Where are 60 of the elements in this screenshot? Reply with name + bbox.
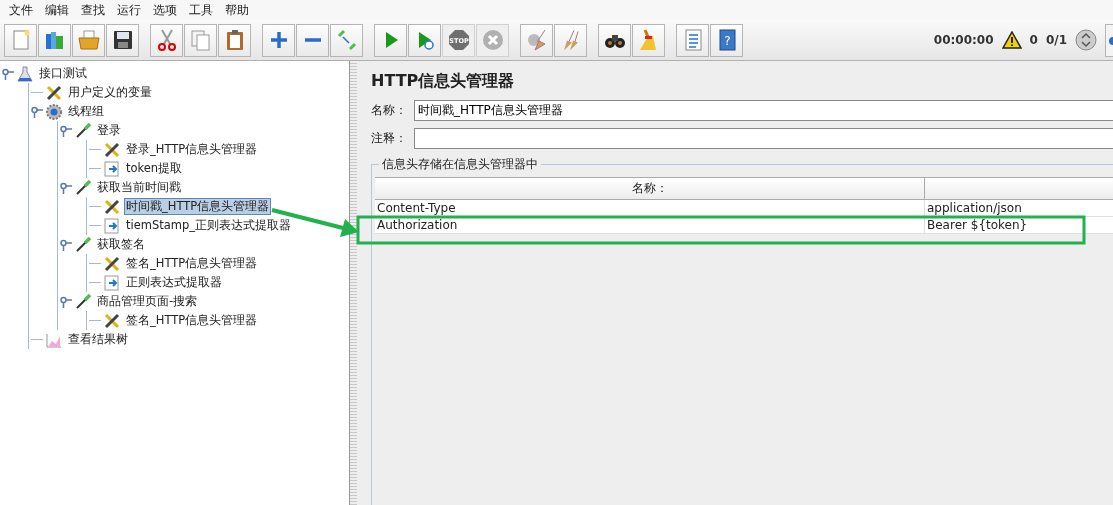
menu-item[interactable]: 选项	[147, 0, 183, 20]
tree-item[interactable]: 签名_HTTP信息头管理器	[124, 312, 260, 329]
tools-icon	[45, 83, 63, 102]
expand-handle-icon[interactable]	[2, 67, 14, 80]
timer: 00:00:00	[933, 33, 994, 47]
warning-count: 0	[1029, 33, 1038, 47]
table-cell: application/json	[925, 200, 1113, 217]
tree-item[interactable]: 登录	[95, 122, 123, 139]
expand-icon[interactable]	[1075, 29, 1097, 51]
expand-handle-icon[interactable]	[60, 181, 72, 194]
brooms-icon	[562, 29, 579, 51]
name-field[interactable]: 时间戳_HTTP信息头管理器	[414, 100, 1113, 121]
tools-icon	[103, 140, 121, 159]
field-label: 名称：	[371, 102, 408, 119]
tree-item[interactable]: 用户定义的变量	[66, 84, 154, 101]
tree-item[interactable]: 查看结果树	[66, 331, 130, 348]
minus-icon	[304, 38, 321, 42]
menu-item[interactable]: 编辑	[39, 0, 75, 20]
tree-item[interactable]: 线程组	[66, 103, 106, 120]
column-header[interactable]: 名称：	[375, 177, 925, 200]
menu-item[interactable]: 帮助	[219, 0, 255, 20]
pipette-icon	[74, 121, 92, 140]
warning-icon	[1001, 31, 1022, 49]
gear-icon	[45, 102, 63, 121]
tree-item[interactable]: 签名_HTTP信息头管理器	[124, 255, 260, 272]
toolbar-button[interactable]	[106, 23, 139, 57]
expand-handle-icon[interactable]	[60, 238, 72, 251]
x-circle-icon	[480, 28, 505, 52]
tree-item[interactable]: 时间戳_HTTP信息头管理器	[124, 198, 272, 215]
tree-item[interactable]: 获取当前时间戳	[95, 179, 183, 196]
tree-item[interactable]: 商品管理页面-搜索	[95, 293, 200, 310]
thread-count: 0/1	[1045, 33, 1067, 47]
expand-handle-icon[interactable]	[60, 124, 72, 137]
group-title: 信息头存储在信息头管理器中	[381, 156, 539, 173]
tree-item[interactable]: 登录_HTTP信息头管理器	[124, 141, 260, 158]
pipette-icon	[74, 178, 92, 197]
menu-item[interactable]: 工具	[183, 0, 219, 20]
tree-item[interactable]: 接口测试	[37, 65, 89, 82]
tree-item[interactable]: tiemStamp_正则表达式提取器	[124, 217, 294, 234]
toolbar-button[interactable]	[598, 23, 631, 57]
comment-field[interactable]	[414, 128, 1113, 149]
expand-handle-icon[interactable]	[31, 105, 43, 118]
tools-icon	[103, 311, 121, 330]
tree-item[interactable]: token提取	[124, 160, 185, 177]
tools-icon	[103, 254, 121, 273]
panel-title: HTTP信息头管理器	[371, 71, 516, 92]
expand-handle-icon[interactable]	[60, 295, 72, 308]
tools-icon	[103, 197, 121, 216]
pipette-icon	[74, 292, 92, 311]
tree-item[interactable]: 正则表达式提取器	[124, 274, 224, 291]
menu-item[interactable]: 查找	[75, 0, 111, 20]
folder-icon	[76, 28, 101, 52]
pipette-icon	[74, 235, 92, 254]
flask-icon	[16, 64, 34, 83]
tree-item[interactable]: 获取签名	[95, 236, 147, 253]
column-header[interactable]	[925, 177, 1113, 200]
copy-icon	[188, 28, 213, 52]
menu-item[interactable]: 文件	[3, 0, 39, 20]
menu-item[interactable]: 运行	[111, 0, 147, 20]
field-label: 注释：	[371, 130, 408, 147]
